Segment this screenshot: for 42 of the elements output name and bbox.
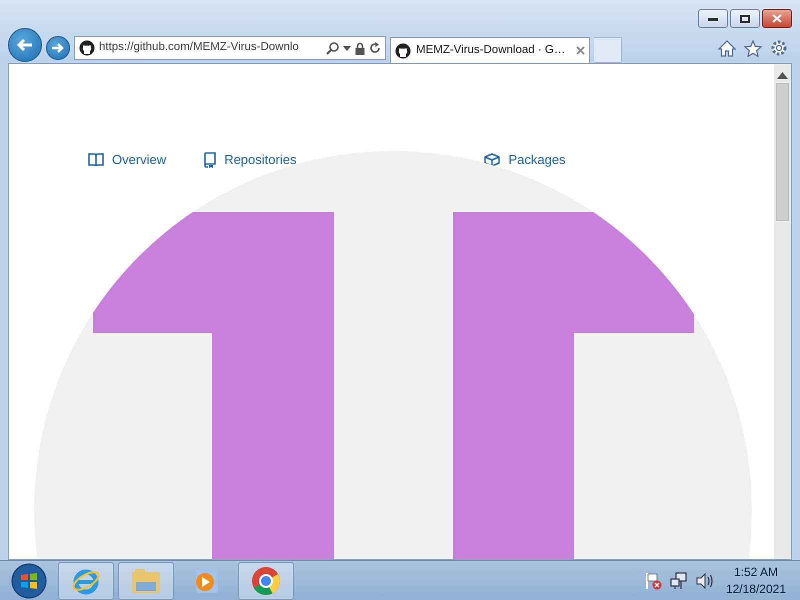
scroll-up-icon[interactable] [777, 72, 788, 79]
close-button[interactable] [762, 9, 792, 28]
book-icon [88, 152, 104, 167]
profile-nav-link[interactable]: Packages [484, 150, 566, 170]
play-icon [193, 568, 219, 594]
close-icon[interactable] [576, 46, 585, 55]
search-icon[interactable] [326, 42, 339, 54]
repo-icon [204, 152, 216, 168]
github-icon [395, 42, 411, 58]
scrollbar[interactable] [774, 64, 791, 559]
back-arrow-icon [16, 38, 34, 52]
github-icon [79, 40, 95, 56]
package-icon [484, 152, 500, 167]
lock-icon [355, 42, 365, 54]
forward-arrow-icon [51, 42, 65, 54]
maximize-button[interactable] [730, 9, 760, 28]
tab-title: MEMZ-Virus-Download · G… [416, 42, 566, 58]
url-text: https://github.com/MEMZ-Virus-Downlo [99, 40, 300, 56]
folder-icon [131, 568, 161, 594]
scrollbar-thumb[interactable] [776, 83, 789, 221]
minimize-icon [708, 16, 718, 20]
chrome-logo-icon [251, 566, 281, 596]
home-icon[interactable] [718, 40, 736, 56]
volume-icon[interactable] [696, 572, 714, 588]
network-icon[interactable] [670, 572, 688, 590]
browser-tab[interactable]: MEMZ-Virus-Download · G… [390, 37, 590, 63]
back-button[interactable] [8, 28, 42, 62]
address-bar[interactable]: https://github.com/MEMZ-Virus-Downlo [74, 36, 386, 60]
star-icon[interactable] [744, 40, 762, 56]
caret-icon[interactable] [343, 46, 351, 50]
close-icon [772, 14, 782, 23]
windows-logo-icon [11, 562, 47, 598]
minimize-button[interactable] [698, 9, 728, 28]
chrome-button[interactable] [238, 562, 294, 600]
profile-nav-link[interactable]: Overview [88, 150, 166, 170]
refresh-icon[interactable] [369, 42, 381, 54]
flag-icon[interactable] [644, 572, 662, 590]
clock[interactable]: 1:52 AM 12/18/2021 [718, 564, 796, 597]
settings-icon[interactable] [770, 39, 788, 57]
maximize-icon [740, 14, 750, 22]
profile-nav-link[interactable]: Repositories [204, 150, 296, 170]
forward-button[interactable] [46, 36, 70, 60]
